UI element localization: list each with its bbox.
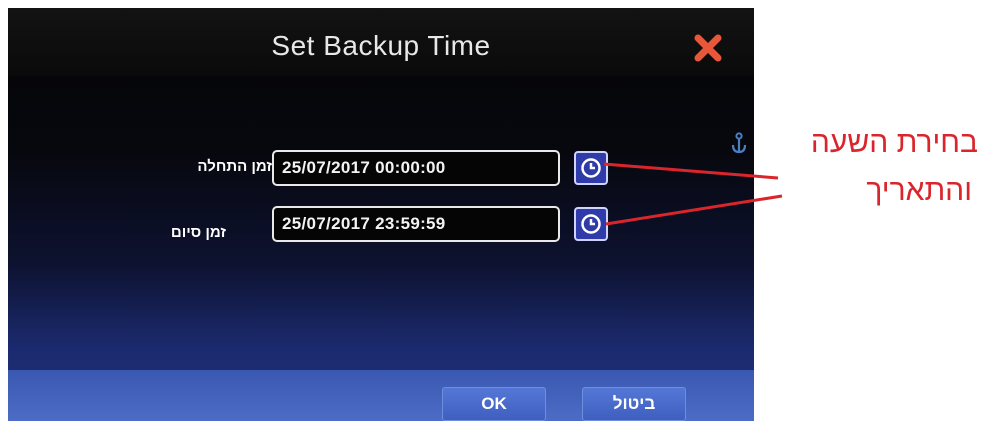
end-time-label: זמן סיום: [170, 224, 226, 241]
clock-icon: [581, 214, 601, 234]
backup-time-dialog: Set Backup Time זמן התחלה 25/07/2017 00:…: [8, 8, 754, 421]
end-clock-button[interactable]: [574, 207, 608, 241]
anchor-icon: [730, 132, 748, 159]
dialog-titlebar: Set Backup Time: [8, 8, 754, 76]
clock-icon: [581, 158, 601, 178]
dialog-title: Set Backup Time: [271, 30, 491, 61]
end-time-input[interactable]: 25/07/2017 23:59:59: [272, 206, 560, 242]
ok-button[interactable]: OK: [442, 387, 546, 421]
cancel-button[interactable]: ביטול: [582, 387, 686, 421]
dialog-footer: OK ביטול: [8, 370, 754, 421]
start-time-label: זמן התחלה: [197, 158, 272, 175]
annotation-line-1: בחירת השעה: [810, 126, 978, 159]
start-clock-button[interactable]: [574, 151, 608, 185]
annotation-line-2: והתאריך: [866, 174, 972, 207]
start-time-input[interactable]: 25/07/2017 00:00:00: [272, 150, 560, 186]
close-icon[interactable]: [692, 32, 724, 64]
